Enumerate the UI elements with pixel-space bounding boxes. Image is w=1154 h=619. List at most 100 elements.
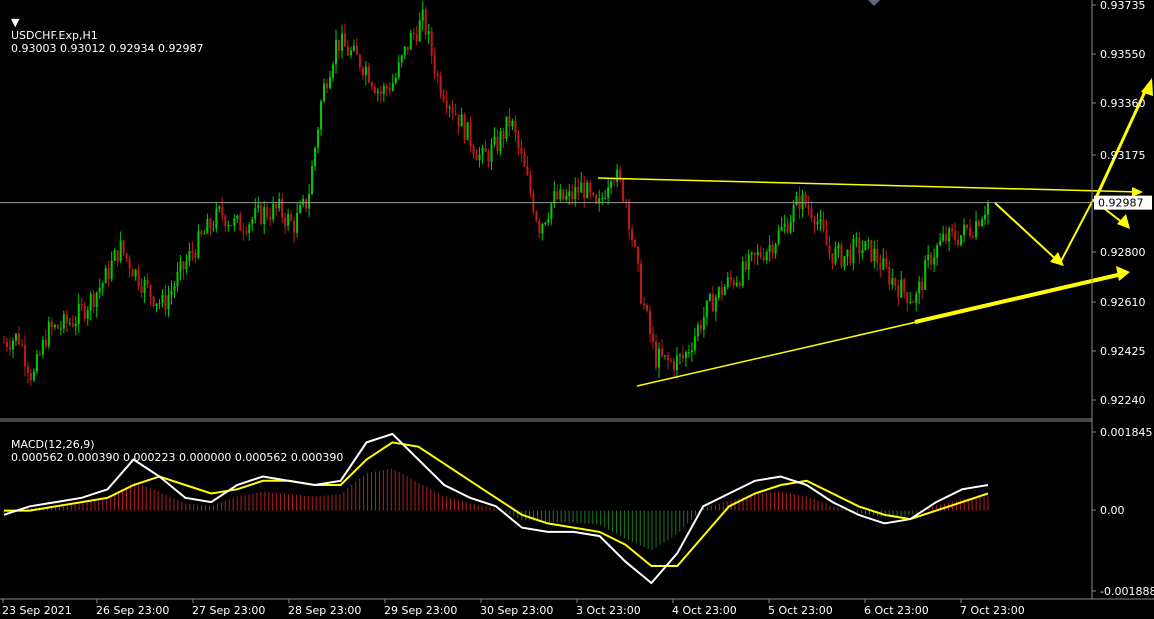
- candle-body: [801, 193, 804, 210]
- candle-body: [92, 294, 95, 308]
- candle-body: [616, 169, 619, 182]
- candle-body: [792, 205, 795, 222]
- candle-body: [263, 207, 266, 225]
- candle-body: [843, 256, 846, 267]
- candle-body: [888, 266, 891, 285]
- candle-body: [897, 285, 900, 298]
- candle-body: [690, 350, 693, 353]
- candle-body: [634, 239, 637, 247]
- candle-body: [379, 91, 382, 94]
- candle-body: [831, 253, 834, 264]
- candle-body: [601, 197, 604, 199]
- candle-body: [323, 83, 326, 102]
- candle-body: [852, 238, 855, 263]
- candle-body: [242, 230, 245, 232]
- candle-body: [900, 279, 903, 298]
- candle-body: [101, 282, 104, 288]
- candle-body: [678, 354, 681, 356]
- candle-body: [556, 191, 559, 200]
- candle-body: [975, 221, 978, 238]
- candle-body: [128, 258, 131, 270]
- candle-body: [637, 246, 640, 264]
- candle-body: [846, 249, 849, 257]
- candle-body: [185, 261, 188, 270]
- candle-body: [448, 107, 451, 109]
- candle-body: [954, 231, 957, 241]
- candle-body: [699, 324, 702, 330]
- candle-body: [77, 303, 80, 324]
- candle-body: [927, 254, 930, 261]
- candle-body: [59, 328, 62, 330]
- candle-body: [74, 323, 77, 327]
- candle-body: [747, 254, 750, 270]
- candle-body: [960, 235, 963, 246]
- candle-body: [287, 214, 290, 226]
- candle-body: [53, 324, 56, 328]
- candle-body: [505, 116, 508, 139]
- collapse-triangle-icon[interactable]: ▼: [11, 16, 19, 29]
- candle-body: [753, 252, 756, 256]
- candle-body: [574, 186, 577, 200]
- candle-body: [230, 224, 233, 226]
- candle-body: [586, 182, 589, 199]
- candle-body: [837, 244, 840, 249]
- candle-body: [116, 250, 119, 262]
- candle-body: [729, 277, 732, 281]
- candle-body: [38, 354, 41, 356]
- candle-body: [98, 287, 101, 293]
- candle-body: [311, 165, 314, 195]
- candle-body: [658, 348, 661, 368]
- candle-body: [675, 355, 678, 370]
- candle-body: [592, 192, 595, 195]
- candle-body: [942, 234, 945, 241]
- candle-body: [3, 341, 5, 343]
- candle-body: [251, 219, 254, 225]
- candle-body: [50, 321, 53, 328]
- price-tick-label: 0.92800: [1100, 246, 1146, 259]
- candle-body: [502, 131, 505, 139]
- candle-body: [672, 360, 675, 370]
- candle-body: [146, 279, 149, 285]
- price-tick-label: 0.92240: [1100, 394, 1146, 407]
- candle-body: [110, 260, 113, 280]
- candle-body: [299, 204, 302, 213]
- candle-body: [47, 321, 50, 347]
- candle-body: [756, 251, 759, 256]
- candle-body: [867, 240, 870, 242]
- price-tick-label: 0.93735: [1100, 0, 1146, 12]
- candle-body: [738, 282, 741, 287]
- candle-body: [296, 212, 299, 233]
- candle-body: [62, 314, 65, 329]
- candle-body: [35, 354, 38, 372]
- candle-body: [744, 261, 747, 270]
- candle-body: [397, 62, 400, 78]
- candle-body: [409, 33, 412, 50]
- candle-body: [302, 198, 305, 205]
- candle-body: [248, 224, 251, 233]
- candle-body: [741, 261, 744, 287]
- candle-body: [86, 310, 89, 319]
- candle-body: [705, 300, 708, 318]
- candle-body: [32, 371, 35, 381]
- candle-body: [640, 263, 643, 304]
- candle-body: [140, 286, 143, 293]
- candle-body: [83, 305, 86, 319]
- candle-body: [391, 82, 394, 91]
- candle-body: [816, 221, 819, 225]
- candle-body: [511, 120, 514, 127]
- candle-body: [873, 248, 876, 262]
- candle-body: [266, 207, 269, 218]
- candle-body: [496, 136, 499, 152]
- candle-body: [660, 348, 663, 357]
- candle-body: [813, 218, 816, 225]
- time-tick-label: 28 Sep 23:00: [288, 604, 361, 617]
- trading-chart[interactable]: 0.93735 0.93550 0.93360 0.93175 0.92800 0.926…: [0, 0, 1154, 619]
- candle-body: [385, 86, 388, 89]
- candle-body: [119, 240, 122, 262]
- candle-body: [212, 228, 215, 230]
- candle-body: [966, 224, 969, 229]
- candle-body: [8, 346, 11, 350]
- candle-body: [822, 218, 825, 231]
- price-tick-label: 0.93175: [1100, 149, 1146, 162]
- candle-body: [430, 31, 433, 56]
